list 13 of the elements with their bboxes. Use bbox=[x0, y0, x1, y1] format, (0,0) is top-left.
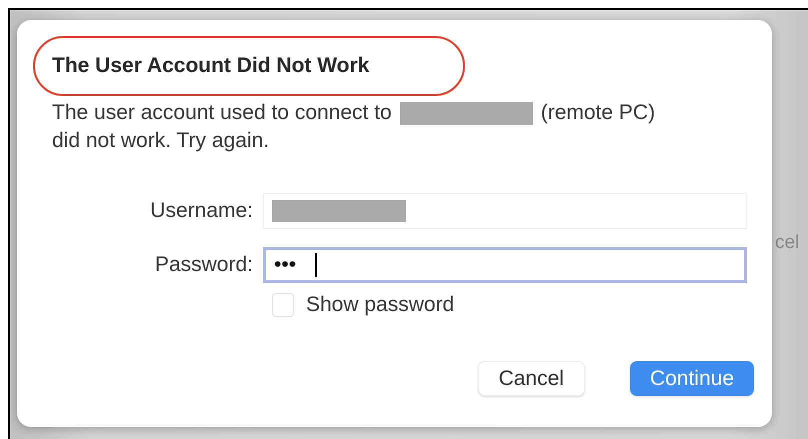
password-input[interactable]: ••• bbox=[274, 253, 315, 277]
username-field[interactable] bbox=[263, 193, 747, 229]
password-field[interactable]: ••• bbox=[263, 247, 747, 283]
checkbox[interactable] bbox=[272, 293, 294, 317]
message-text: did not work. Try again. bbox=[52, 128, 270, 154]
cancel-button[interactable]: Cancel bbox=[478, 361, 585, 396]
field-label: Username: bbox=[149, 199, 253, 223]
checkbox-label: Show password bbox=[306, 293, 454, 317]
field-label: Password: bbox=[154, 253, 253, 277]
background-button-text: cel bbox=[775, 232, 800, 254]
message-text: The user account used to connect to bbox=[52, 100, 392, 126]
dialog-title: The User Account Did Not Work bbox=[52, 54, 370, 78]
message-text: (remote PC) bbox=[540, 100, 656, 126]
